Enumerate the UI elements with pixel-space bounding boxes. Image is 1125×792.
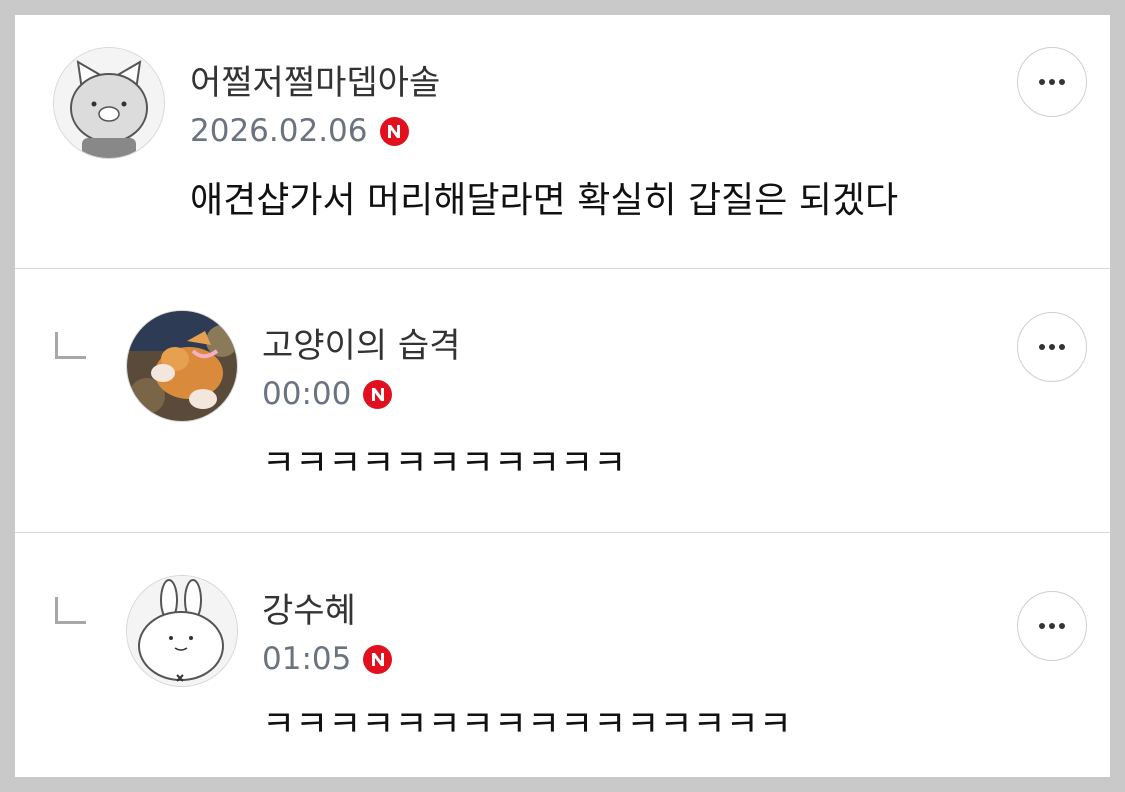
avatar[interactable]: [53, 47, 165, 159]
comment-meta: 01:05: [262, 641, 393, 677]
more-dots-icon: [1039, 623, 1065, 629]
comment-date: 00:00: [262, 376, 352, 412]
comment-item: 어쩔저쩔마뎁아솔 2026.02.06 애견샵가서 머리해달라면 확실히 갑질은…: [15, 15, 1110, 268]
more-dots-icon: [1039, 79, 1065, 85]
comment-text: 애견샵가서 머리해달라면 확실히 갑질은 되겠다: [190, 180, 899, 221]
author-name[interactable]: 강수혜: [262, 591, 356, 631]
comment-text: ㅋㅋㅋㅋㅋㅋㅋㅋㅋㅋㅋㅋㅋㅋㅋㅋ: [262, 704, 792, 745]
reply-arrow-icon: [55, 597, 86, 624]
comment-meta: 00:00: [262, 376, 393, 412]
naver-n-badge-icon: [363, 644, 393, 674]
comment-meta: 2026.02.06: [190, 113, 409, 149]
rabbit-character-avatar-icon: [127, 576, 237, 686]
comment-list: 어쩔저쩔마뎁아솔 2026.02.06 애견샵가서 머리해달라면 확실히 갑질은…: [15, 15, 1110, 777]
comment-text: ㅋㅋㅋㅋㅋㅋㅋㅋㅋㅋㅋ: [262, 443, 627, 484]
reply-item: 고양이의 습격 00:00 ㅋㅋㅋㅋㅋㅋㅋㅋㅋㅋㅋ: [15, 269, 1110, 532]
more-options-button[interactable]: [1017, 591, 1087, 661]
avatar[interactable]: [126, 310, 238, 422]
comment-date: 01:05: [262, 641, 352, 677]
more-options-button[interactable]: [1017, 47, 1087, 117]
reply-item: 강수혜 01:05 ㅋㅋㅋㅋㅋㅋㅋㅋㅋㅋㅋㅋㅋㅋㅋㅋ: [15, 533, 1110, 777]
cat-character-avatar-icon: [54, 48, 164, 158]
comment-date: 2026.02.06: [190, 113, 368, 149]
more-dots-icon: [1039, 344, 1065, 350]
naver-n-badge-icon: [379, 116, 409, 146]
orange-cat-photo-avatar-icon: [127, 311, 237, 421]
reply-arrow-icon: [55, 332, 86, 359]
author-name[interactable]: 고양이의 습격: [262, 326, 461, 366]
avatar[interactable]: [126, 575, 238, 687]
more-options-button[interactable]: [1017, 312, 1087, 382]
naver-n-badge-icon: [363, 379, 393, 409]
author-name[interactable]: 어쩔저쩔마뎁아솔: [190, 63, 440, 103]
